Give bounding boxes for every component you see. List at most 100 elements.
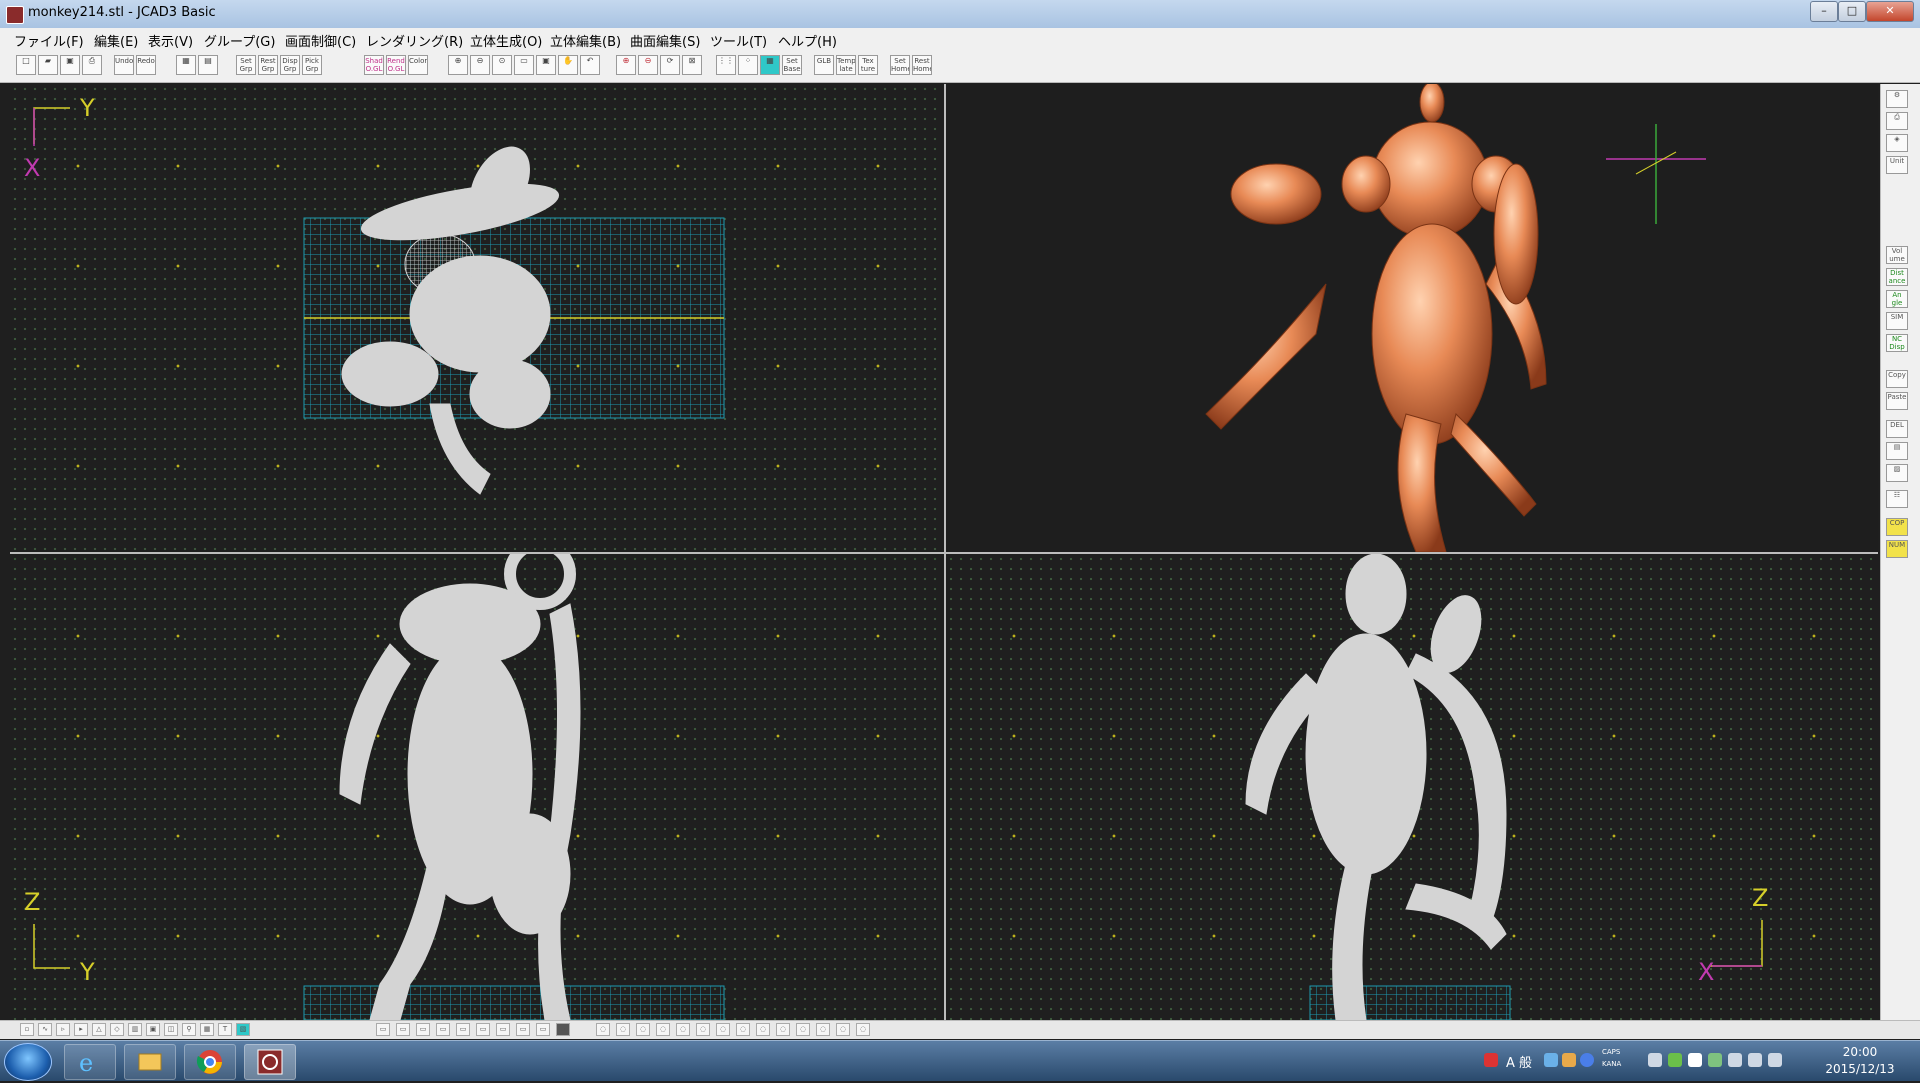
flag-icon[interactable] bbox=[1728, 1053, 1742, 1067]
distance-button[interactable]: Dist ance bbox=[1886, 268, 1908, 286]
sim-button[interactable]: SIM bbox=[1886, 312, 1908, 330]
minimize-button[interactable]: – bbox=[1810, 1, 1838, 22]
angle-button[interactable]: An gle bbox=[1886, 290, 1908, 308]
ime-indicator[interactable]: A 般 bbox=[1506, 1052, 1532, 1071]
set-base-button[interactable]: Set Base bbox=[782, 55, 802, 75]
zoom-out-icon[interactable]: ⊖ bbox=[470, 55, 490, 75]
clock-time[interactable]: 20:00 bbox=[1835, 1045, 1885, 1059]
bottom-tool-icon[interactable]: ▭ bbox=[516, 1023, 530, 1036]
bottom-tool-icon[interactable]: ▫ bbox=[20, 1023, 34, 1036]
bottom-tool-icon[interactable]: ◌ bbox=[716, 1023, 730, 1036]
bottom-tool-icon[interactable]: T bbox=[218, 1023, 232, 1036]
disp-group-button[interactable]: Disp Grp bbox=[280, 55, 300, 75]
bottom-tool-icon[interactable]: ▭ bbox=[416, 1023, 430, 1036]
rotate-object-icon[interactable]: ⚙ bbox=[1886, 90, 1908, 108]
menu-tools[interactable]: ツール(T) bbox=[710, 31, 767, 50]
gear-icon[interactable] bbox=[1708, 1053, 1722, 1067]
internet-explorer-icon[interactable]: e bbox=[64, 1044, 116, 1080]
bottom-tool-icon[interactable]: ▹ bbox=[56, 1023, 70, 1036]
bottom-tool-icon[interactable]: ▭ bbox=[396, 1023, 410, 1036]
perspective-render-pane[interactable] bbox=[946, 84, 1878, 552]
zoom-fit-icon[interactable]: ⊙ bbox=[492, 55, 512, 75]
help-icon[interactable] bbox=[1580, 1053, 1594, 1067]
texture-button[interactable]: Tex ture bbox=[858, 55, 878, 75]
bottom-tool-icon[interactable]: ◌ bbox=[676, 1023, 690, 1036]
menu-group[interactable]: グループ(G) bbox=[204, 31, 275, 50]
bottom-tool-icon[interactable]: ▭ bbox=[456, 1023, 470, 1036]
bottom-tool-icon[interactable]: ◌ bbox=[756, 1023, 770, 1036]
bottom-tool-icon[interactable]: ▭ bbox=[496, 1023, 510, 1036]
cop-button[interactable]: COP bbox=[1886, 518, 1908, 536]
bottom-tool-icon[interactable]: ▸ bbox=[74, 1023, 88, 1036]
render-opengl-button[interactable]: Rend O.GL bbox=[386, 55, 406, 75]
pick-group-button[interactable]: Pick Grp bbox=[302, 55, 322, 75]
menu-file[interactable]: ファイル(F) bbox=[14, 31, 84, 50]
set-group-button[interactable]: Set Grp bbox=[236, 55, 256, 75]
bottom-tool-icon[interactable]: ▭ bbox=[536, 1023, 550, 1036]
bottom-tool-icon[interactable]: ◌ bbox=[776, 1023, 790, 1036]
grid-snap-icon[interactable]: ⁘ bbox=[738, 55, 758, 75]
bottom-tool-icon[interactable]: ◌ bbox=[596, 1023, 610, 1036]
bottom-tool-icon[interactable]: ◌ bbox=[616, 1023, 630, 1036]
jcad3-app-icon[interactable] bbox=[244, 1044, 296, 1080]
close-button[interactable]: ✕ bbox=[1866, 1, 1914, 22]
menu-solid-create[interactable]: 立体生成(O) bbox=[470, 31, 542, 50]
shade-opengl-button[interactable]: Shad O.GL bbox=[364, 55, 384, 75]
open-folder-icon[interactable]: ▰ bbox=[38, 55, 58, 75]
menu-edit[interactable]: 編集(E) bbox=[94, 31, 138, 50]
grid-layer-icon[interactable]: ▤ bbox=[198, 55, 218, 75]
menu-view[interactable]: 表示(V) bbox=[148, 31, 193, 50]
back-view-icon[interactable]: ↶ bbox=[580, 55, 600, 75]
bottom-tool-icon[interactable]: ◌ bbox=[736, 1023, 750, 1036]
grid-toggle-icon[interactable]: ▦ bbox=[760, 55, 780, 75]
bottom-tool-icon[interactable]: ◫ bbox=[164, 1023, 178, 1036]
delete-button[interactable]: DEL bbox=[1886, 420, 1908, 438]
maximize-button[interactable]: □ bbox=[1838, 1, 1866, 22]
tree-icon[interactable]: ☷ bbox=[1886, 490, 1908, 508]
rest-home-button[interactable]: Rest Home bbox=[912, 55, 932, 75]
color-button[interactable]: Color bbox=[408, 55, 428, 75]
bottom-tool-icon[interactable]: ▭ bbox=[376, 1023, 390, 1036]
global-button[interactable]: GLB bbox=[814, 55, 834, 75]
zoom-area-icon[interactable]: ▣ bbox=[536, 55, 556, 75]
unit-button[interactable]: Unit bbox=[1886, 156, 1908, 174]
rotate-view-icon[interactable]: ⟳ bbox=[660, 55, 680, 75]
menu-screen-control[interactable]: 画面制御(C) bbox=[285, 31, 356, 50]
rest-group-button[interactable]: Rest Grp bbox=[258, 55, 278, 75]
paste-button[interactable]: Paste bbox=[1886, 392, 1908, 410]
copy-button[interactable]: Copy bbox=[1886, 370, 1908, 388]
menu-help[interactable]: ヘルプ(H) bbox=[778, 31, 837, 50]
bottom-tool-icon[interactable]: ⚲ bbox=[182, 1023, 196, 1036]
menu-surface-edit[interactable]: 曲面編集(S) bbox=[630, 31, 700, 50]
bottom-tool-icon[interactable]: ◇ bbox=[110, 1023, 124, 1036]
app-tray-icon[interactable] bbox=[1668, 1053, 1682, 1067]
diamond-icon[interactable]: ◈ bbox=[1886, 134, 1908, 152]
bottom-tool-icon[interactable]: △ bbox=[92, 1023, 106, 1036]
viewport-area[interactable]: Y X Z Y Z X bbox=[10, 84, 1878, 1020]
bottom-tool-icon[interactable]: ▧ bbox=[236, 1023, 250, 1036]
bottom-tool-icon[interactable]: ◌ bbox=[816, 1023, 830, 1036]
alert-icon[interactable] bbox=[1484, 1053, 1498, 1067]
bottom-tool-icon[interactable]: ◌ bbox=[636, 1023, 650, 1036]
bottom-tool-icon[interactable]: ∿ bbox=[38, 1023, 52, 1036]
bottom-tool-icon[interactable]: ◌ bbox=[796, 1023, 810, 1036]
clock-date[interactable]: 2015/12/13 bbox=[1820, 1062, 1900, 1076]
layer-icon[interactable]: ▦ bbox=[176, 55, 196, 75]
zoom-red-out-icon[interactable]: ⊖ bbox=[638, 55, 658, 75]
ime-dict-icon[interactable] bbox=[1562, 1053, 1576, 1067]
viewport-splitter-horizontal[interactable] bbox=[10, 552, 1878, 554]
start-button[interactable] bbox=[4, 1043, 52, 1081]
bottom-tool-icon[interactable]: ▪ bbox=[556, 1023, 570, 1036]
zoom-red-in-icon[interactable]: ⊕ bbox=[616, 55, 636, 75]
bottom-tool-icon[interactable]: ◌ bbox=[836, 1023, 850, 1036]
show-hidden-icons[interactable] bbox=[1648, 1053, 1662, 1067]
set-home-button[interactable]: Set Home bbox=[890, 55, 910, 75]
num-button[interactable]: NUM bbox=[1886, 540, 1908, 558]
bottom-tool-icon[interactable]: ◌ bbox=[856, 1023, 870, 1036]
bottom-tool-icon[interactable]: ▦ bbox=[200, 1023, 214, 1036]
redo-button[interactable]: Redo bbox=[136, 55, 156, 75]
app-icon[interactable] bbox=[6, 6, 24, 24]
top-view-pane[interactable]: Y X bbox=[10, 84, 944, 552]
menu-rendering[interactable]: レンダリング(R) bbox=[366, 31, 463, 50]
printer-icon[interactable]: ⎙ bbox=[1886, 112, 1908, 130]
